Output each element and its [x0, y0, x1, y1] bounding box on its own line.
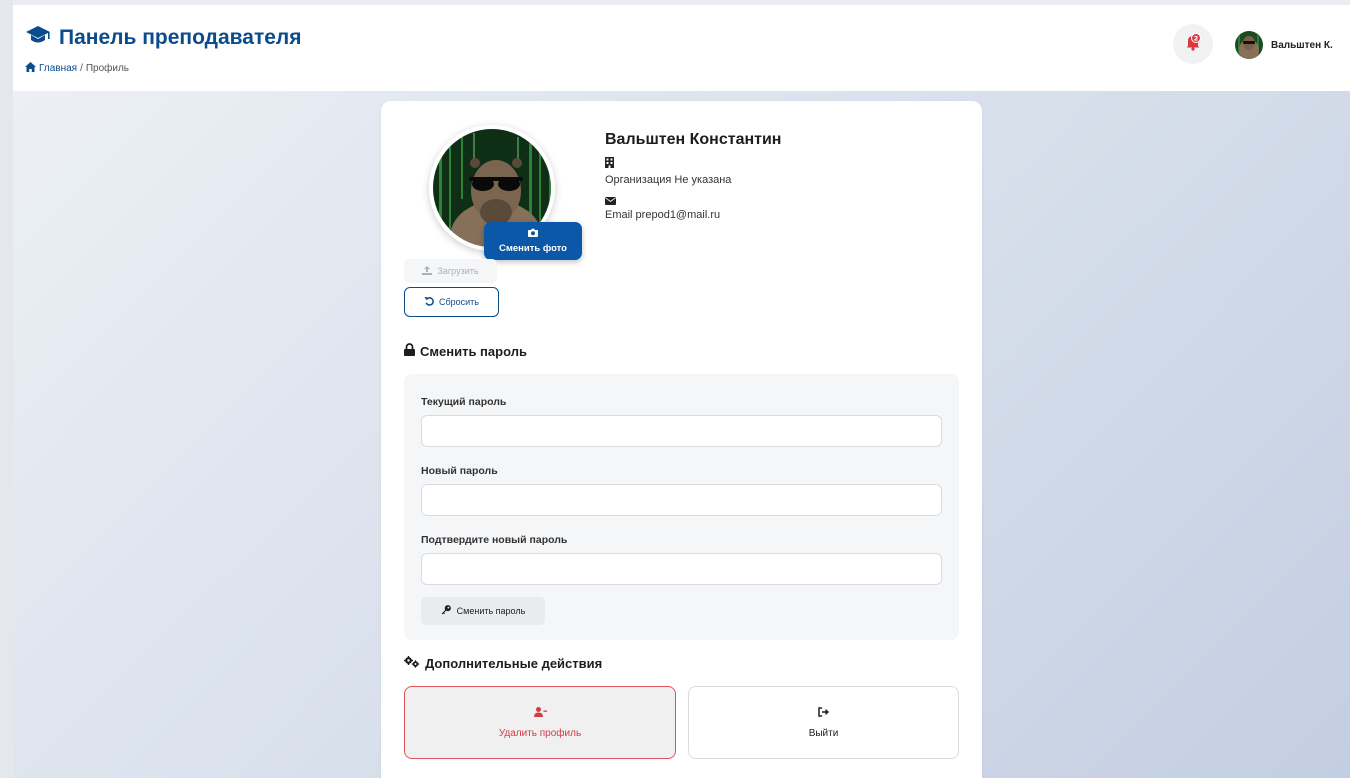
new-password-input[interactable] — [421, 484, 942, 516]
user-minus-icon — [533, 706, 547, 720]
change-password-label: Сменить пароль — [456, 606, 526, 616]
current-password-input[interactable] — [421, 415, 942, 447]
undo-icon — [424, 296, 434, 308]
notification-button[interactable]: 2 — [1173, 24, 1213, 64]
logout-button[interactable]: Выйти — [688, 686, 959, 759]
extra-actions-title: Дополнительные действия — [404, 656, 602, 671]
lock-icon — [404, 343, 415, 359]
upload-icon — [422, 265, 433, 277]
breadcrumb-home-label: Главная — [39, 63, 78, 74]
user-name: Вальштен К. — [1271, 39, 1333, 51]
confirm-password-input[interactable] — [421, 553, 942, 585]
extra-actions-label: Дополнительные действия — [425, 656, 603, 671]
reset-button[interactable]: Сбросить — [404, 287, 499, 317]
breadcrumb: Главная / Профиль — [25, 62, 129, 75]
email-text: Email prepod1@mail.ru — [605, 209, 721, 221]
notification-badge: 2 — [1194, 34, 1199, 42]
password-form: Текущий пароль Новый пароль Подтвердите … — [404, 374, 959, 640]
password-section-label: Сменить пароль — [420, 343, 527, 359]
left-border — [0, 0, 13, 778]
graduation-cap-icon — [25, 25, 51, 50]
profile-card: Сменить фото Загрузить Сбросить Вальштен… — [381, 101, 982, 778]
password-section-title: Сменить пароль — [404, 343, 527, 359]
camera-icon — [528, 228, 538, 240]
sign-out-icon — [817, 706, 830, 720]
confirm-password-label: Подтвердите новый пароль — [421, 534, 568, 546]
current-password-label: Текущий пароль — [421, 396, 507, 408]
new-password-label: Новый пароль — [421, 465, 498, 477]
reset-label: Сбросить — [438, 297, 479, 307]
change-photo-button[interactable]: Сменить фото — [484, 222, 582, 260]
change-password-button[interactable]: Сменить пароль — [421, 597, 545, 625]
logout-label: Выйти — [808, 727, 839, 739]
upload-button[interactable]: Загрузить — [404, 259, 497, 283]
gears-icon — [404, 656, 420, 671]
profile-name: Вальштен Константин — [605, 131, 782, 148]
avatar — [1235, 31, 1263, 59]
breadcrumb-current: Профиль — [85, 63, 130, 74]
envelope-icon — [605, 192, 616, 210]
breadcrumb-separator: / — [80, 63, 83, 74]
key-icon — [441, 605, 451, 617]
user-menu[interactable]: Вальштен К. — [1235, 31, 1333, 59]
brand[interactable]: Панель преподавателя — [25, 25, 302, 50]
page-title: Панель преподавателя — [59, 25, 302, 49]
top-header: Панель преподавателя Главная / Профиль 2 — [13, 5, 1350, 91]
home-icon — [25, 62, 36, 75]
delete-profile-label: Удалить профиль — [498, 727, 582, 739]
change-photo-label: Сменить фото — [499, 243, 567, 254]
bell-icon: 2 — [1185, 32, 1201, 56]
organization-text: Организация Не указана — [605, 174, 732, 186]
building-icon — [605, 155, 614, 173]
delete-profile-button[interactable]: Удалить профиль — [404, 686, 676, 759]
breadcrumb-home[interactable]: Главная — [25, 62, 77, 75]
upload-label: Загрузить — [437, 266, 479, 276]
